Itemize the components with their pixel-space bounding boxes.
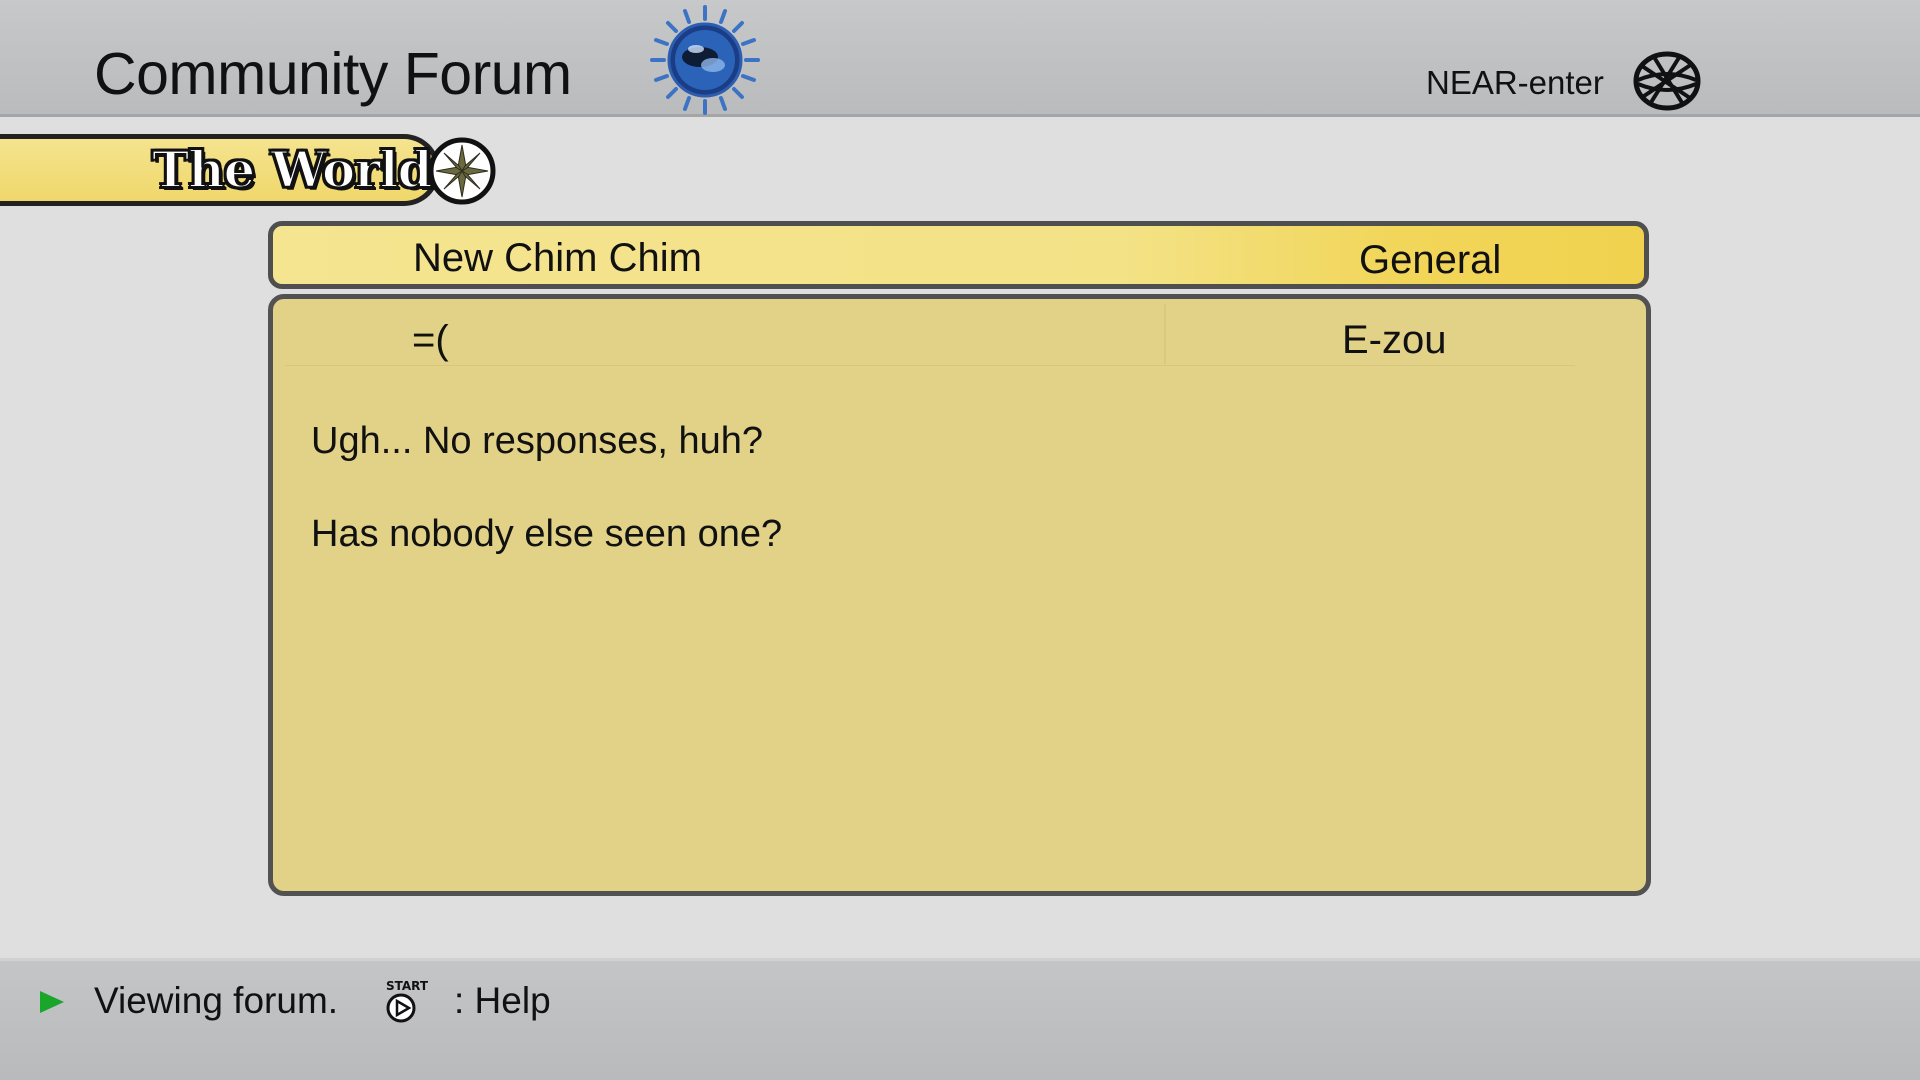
post-body-line: Ugh... No responses, huh? [311,420,764,462]
thread-title: New Chim Chim [413,236,702,280]
start-button-icon[interactable]: START [380,976,430,1024]
page-title: Community Forum [94,41,572,107]
globe-logo-icon [650,5,760,115]
post-body-line: Has nobody else seen one? [311,513,783,555]
wire-globe-icon [1633,51,1701,111]
play-arrow-icon [40,991,64,1013]
start-button-label: START [386,979,429,993]
location-label: NEAR-enter [1426,64,1604,101]
post-header-divider [1164,304,1166,364]
help-label: : Help [454,980,551,1021]
thread-category: General [1359,238,1502,282]
compass-icon [428,137,496,205]
post-author: E-zou [1342,318,1447,362]
status-text: Viewing forum. [94,980,339,1021]
post-subject: =( [412,318,449,362]
post-panel[interactable] [268,294,1651,896]
server-name: The World [151,139,434,200]
